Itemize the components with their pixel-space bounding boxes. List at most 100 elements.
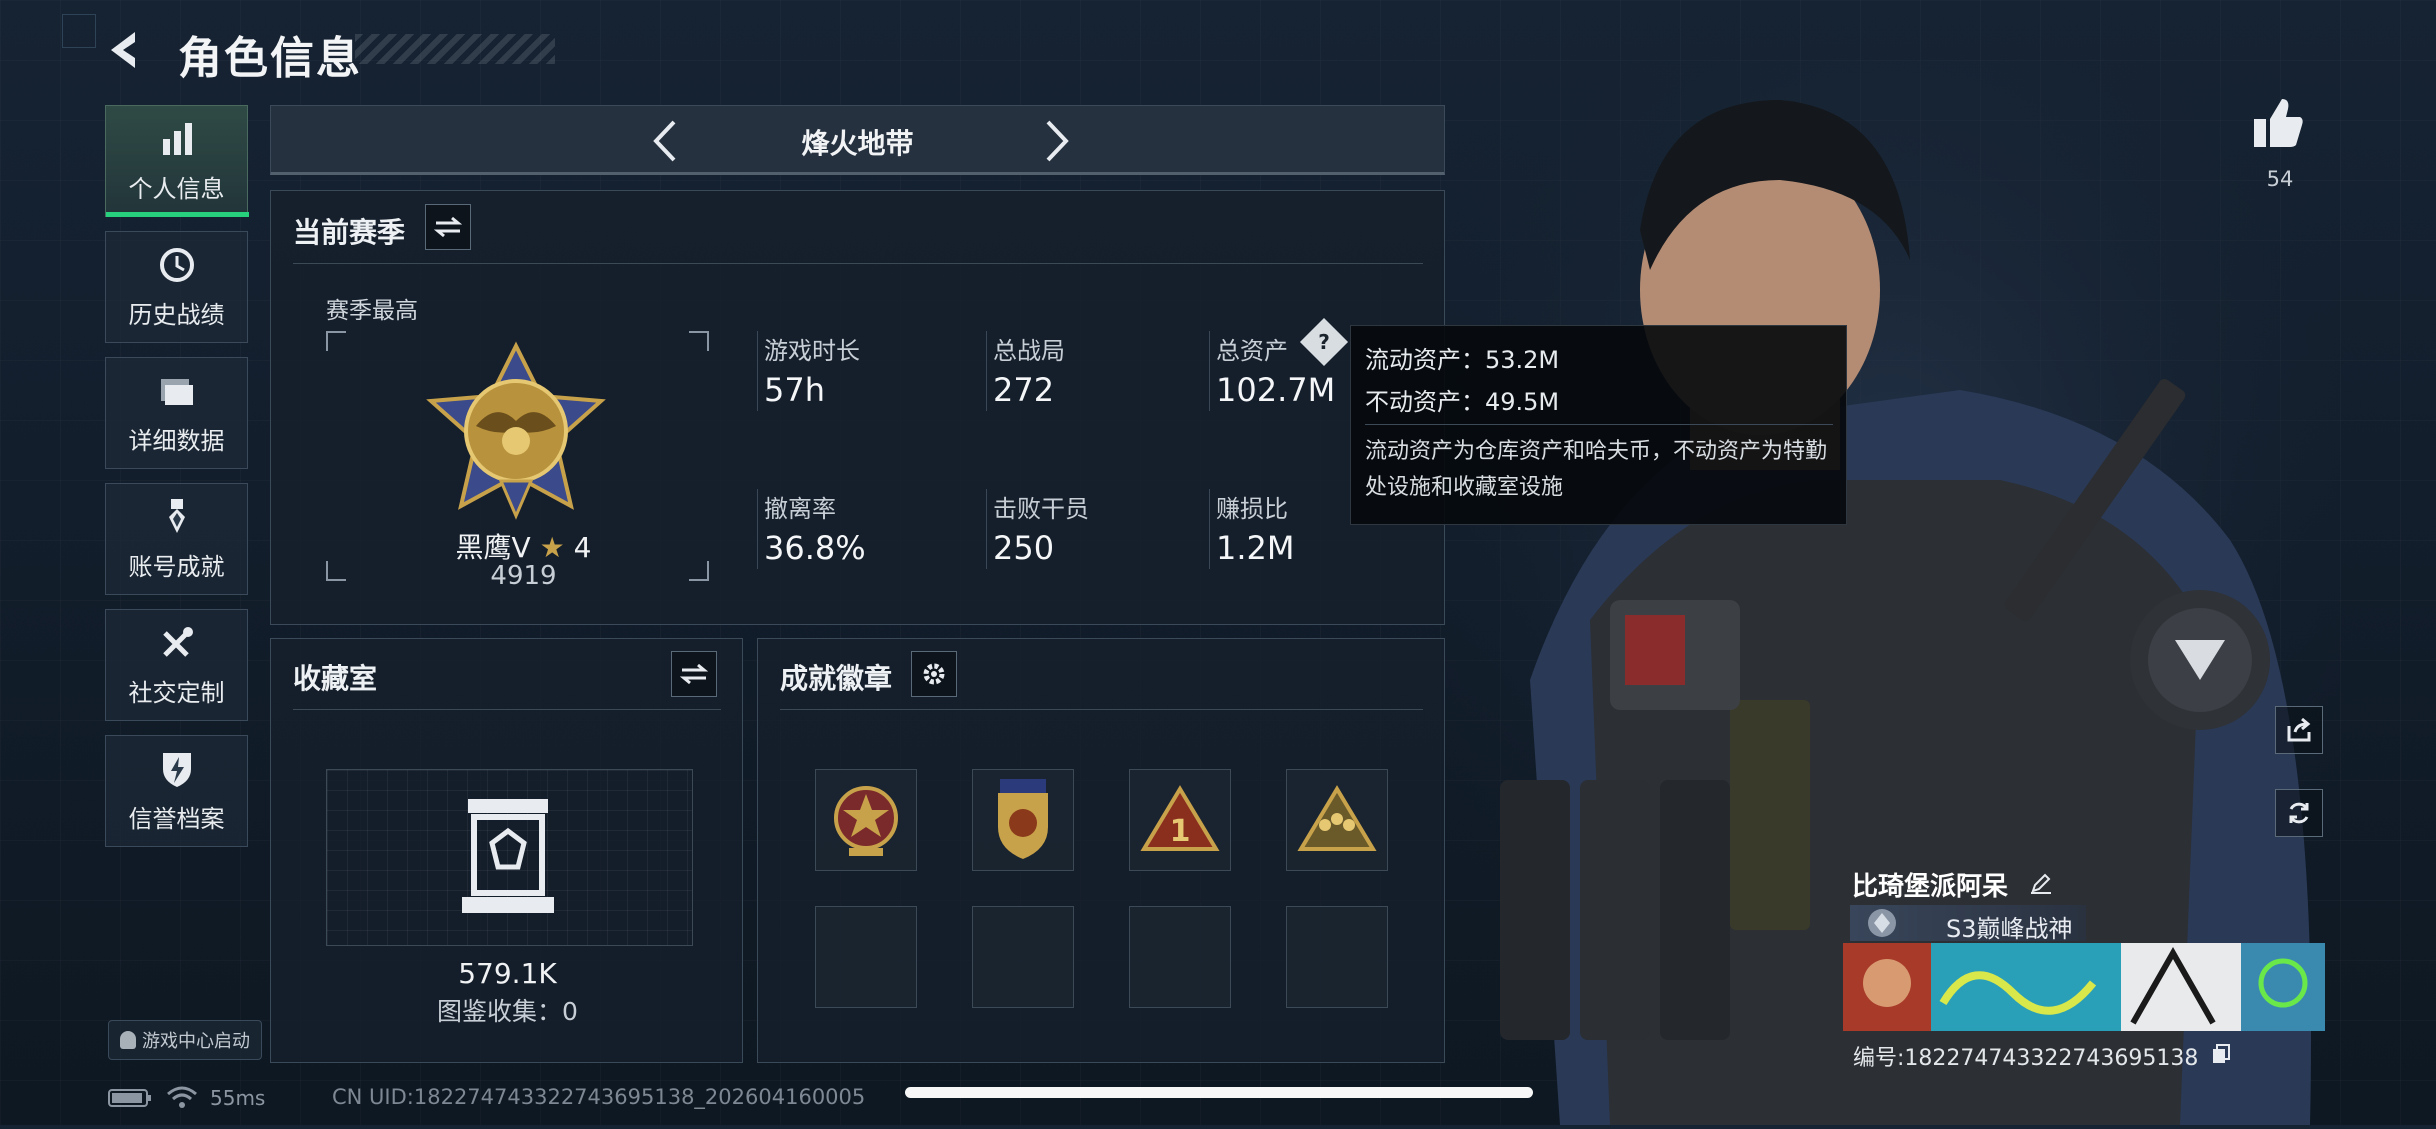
player-title: S3巅峰战神	[1946, 915, 2073, 943]
gear-icon	[923, 663, 945, 685]
history-clock-icon	[159, 247, 194, 282]
rotate-button[interactable]	[2275, 789, 2323, 837]
shield-medal-icon	[998, 779, 1048, 859]
achievement-badge-slot[interactable]	[972, 769, 1074, 871]
mode-next-button[interactable]	[1036, 118, 1076, 164]
copy-icon	[2213, 1044, 2231, 1063]
stat-value: 36.8%	[764, 529, 866, 567]
back-button[interactable]	[105, 28, 149, 72]
star-icon: ★	[539, 531, 565, 564]
divider	[780, 709, 1423, 710]
stat-value: 250	[993, 529, 1055, 567]
empty-badge-slot[interactable]	[972, 906, 1074, 1008]
pencil-icon	[2031, 873, 2052, 894]
player-id: 编号:18227474332274369513​8	[1853, 1046, 2199, 1071]
collection-switch-button[interactable]	[671, 651, 717, 697]
divider	[1365, 424, 1833, 425]
asset-help-button[interactable]	[1299, 317, 1349, 367]
stat-divider	[1209, 489, 1210, 569]
divider	[293, 709, 721, 710]
empty-badge-slot[interactable]	[815, 906, 917, 1008]
display-case-icon	[462, 799, 554, 913]
rank-stars: 4	[573, 531, 592, 564]
rank-name: 黑鹰Ⅴ	[455, 531, 531, 564]
sidebar-item-label: 历史战绩	[128, 300, 225, 329]
status-bar: 55ms	[108, 1086, 265, 1110]
like-button[interactable]	[2250, 95, 2310, 155]
stat-label: 游戏时长	[764, 337, 860, 365]
like-area: 54	[2250, 95, 2310, 191]
frame-corner	[689, 331, 709, 351]
uid-text: CN UID:18227474332274369513​8_2026041600…	[332, 1085, 866, 1109]
stat-divider	[757, 331, 758, 411]
achievement-badge-slot[interactable]: 1	[1129, 769, 1231, 871]
folder-icon	[160, 378, 193, 405]
sidebar-item-history[interactable]: 历史战绩	[105, 231, 248, 343]
stat-value: 102.7M	[1216, 371, 1336, 409]
bar-chart-icon	[162, 122, 192, 155]
sidebar-item-details[interactable]: 详细数据	[105, 357, 248, 469]
edit-name-button[interactable]	[2029, 871, 2053, 902]
swap-arrows-icon	[434, 216, 462, 238]
player-banner[interactable]	[1843, 943, 2325, 1031]
achievements-panel: 成就徽章 1	[757, 638, 1445, 1063]
divider	[293, 263, 1423, 264]
stat-divider	[986, 489, 987, 569]
stat-label: 赚损比	[1216, 495, 1288, 523]
sidebar-item-label: 社交定制	[128, 678, 225, 707]
stat-divider	[986, 331, 987, 411]
stat-value: 1.2M	[1216, 529, 1295, 567]
achievements-settings-button[interactable]	[911, 651, 957, 697]
season-switch-button[interactable]	[425, 204, 471, 250]
collection-panel: 收藏室 579.1K 图鉴收集：0	[270, 638, 743, 1063]
corner-decoration	[62, 14, 96, 48]
mode-title: 烽火地带	[801, 127, 914, 160]
wrench-tools-icon	[162, 626, 193, 657]
frame-corner	[326, 331, 346, 351]
svg-text:1: 1	[1170, 814, 1191, 849]
achievement-badge-slot[interactable]	[1286, 769, 1388, 871]
achievement-badge-slot[interactable]	[815, 769, 917, 871]
game-center-launch-button[interactable]: 游戏中心启动	[108, 1020, 262, 1060]
collection-title: 收藏室	[293, 662, 378, 695]
stat-divider	[1209, 331, 1210, 411]
home-indicator[interactable]	[905, 1087, 1533, 1098]
achievements-title: 成就徽章	[780, 662, 893, 695]
sidebar-item-label: 个人信息	[128, 174, 225, 203]
stat-label: 总战局	[993, 337, 1065, 365]
sidebar-item-personal-info[interactable]: 个人信息	[105, 105, 249, 217]
sidebar-item-reputation[interactable]: 信誉档案	[105, 735, 248, 847]
season-panel: 当前赛季 赛季最高 黑鹰Ⅴ ★ 4 4919 游戏时长 57h 总战局 272 …	[270, 190, 1445, 625]
empty-badge-slot[interactable]	[1286, 906, 1388, 1008]
asset-description: 流动资产为仓库资产和哈夫币，不动资产为特勤处设施和收藏室设施	[1365, 439, 1828, 500]
stat-label: 击败干员	[993, 495, 1089, 523]
user-icon	[120, 1031, 136, 1049]
title-decoration	[355, 34, 555, 64]
season-best-label: 赛季最高	[326, 298, 418, 324]
title-emblem-icon	[1868, 909, 1896, 937]
rank-name-row: 黑鹰Ⅴ ★ 4	[421, 526, 626, 566]
sidebar-item-achievements[interactable]: 账号成就	[105, 483, 248, 595]
shield-bolt-icon	[162, 752, 191, 787]
back-arrow-icon	[111, 32, 135, 68]
eagle-rank-emblem-icon	[426, 341, 606, 520]
fixed-assets: 不动资产：49.5M	[1365, 388, 1560, 416]
share-button[interactable]	[2275, 706, 2323, 754]
collection-value: 579.1K	[458, 957, 557, 990]
chevron-right-icon	[1046, 120, 1069, 162]
triangle-one-icon: 1	[1140, 785, 1220, 851]
copy-id-button[interactable]	[2211, 1043, 2231, 1071]
empty-badge-slot[interactable]	[1129, 906, 1231, 1008]
wifi-icon	[167, 1086, 197, 1108]
liquid-assets: 流动资产：53.2M	[1365, 346, 1560, 374]
mode-switcher: 烽火地带	[270, 105, 1445, 175]
star-medal-icon	[834, 786, 898, 856]
sidebar-item-label: 账号成就	[128, 552, 225, 581]
battery-icon	[108, 1089, 151, 1107]
page-title: 角色信息	[178, 33, 362, 84]
player-name-row: 比琦堡派阿呆	[1852, 866, 2053, 903]
rock-banner-image	[1843, 943, 2325, 1031]
player-name: 比琦堡派阿呆	[1852, 872, 2009, 902]
sidebar-item-social[interactable]: 社交定制	[105, 609, 248, 721]
ping-value: 55ms	[210, 1086, 266, 1110]
